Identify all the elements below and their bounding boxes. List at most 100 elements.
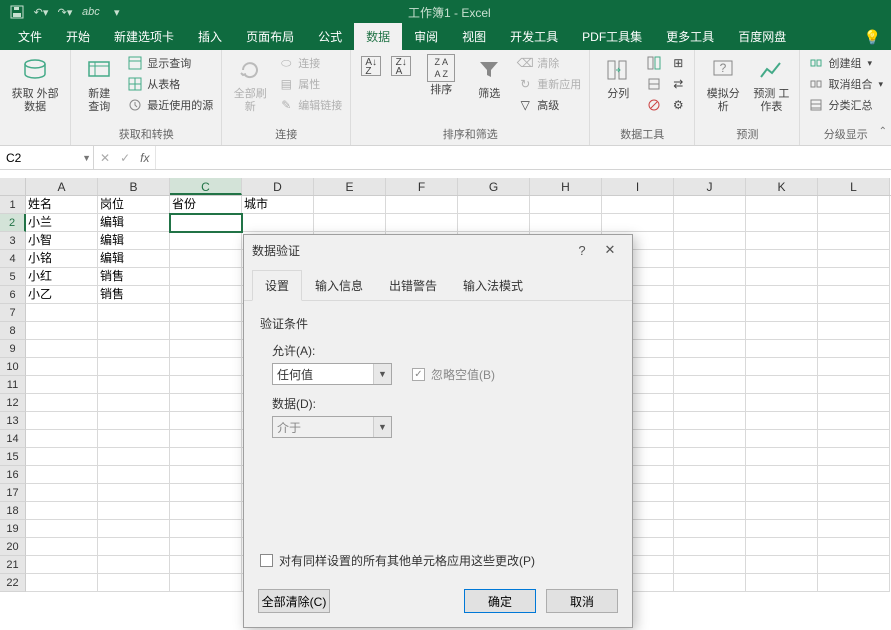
tab-home[interactable]: 开始 [54, 23, 102, 50]
ok-button[interactable]: 确定 [464, 589, 536, 613]
edit-links-button[interactable]: ✎编辑链接 [276, 96, 344, 114]
new-query-button[interactable]: 新建 查询 [77, 52, 121, 116]
cell[interactable] [26, 340, 98, 358]
cell[interactable] [746, 466, 818, 484]
apply-all-checkbox[interactable]: 对有同样设置的所有其他单元格应用这些更改(P) [260, 552, 616, 569]
cell[interactable] [170, 358, 242, 376]
show-queries-button[interactable]: 显示查询 [125, 54, 215, 72]
cell[interactable] [602, 196, 674, 214]
cell[interactable] [26, 448, 98, 466]
cell[interactable] [818, 394, 890, 412]
cell[interactable] [674, 502, 746, 520]
cell[interactable] [170, 574, 242, 592]
cell[interactable] [98, 574, 170, 592]
cell[interactable] [818, 484, 890, 502]
column-header[interactable]: D [242, 178, 314, 195]
cell[interactable] [674, 304, 746, 322]
row-header[interactable]: 18 [0, 502, 26, 520]
cell[interactable] [98, 304, 170, 322]
cell[interactable] [98, 520, 170, 538]
column-header[interactable]: B [98, 178, 170, 195]
tab-moretools[interactable]: 更多工具 [654, 23, 726, 50]
row-header[interactable]: 6 [0, 286, 26, 304]
relationships-button[interactable]: ⇄ [668, 75, 688, 93]
recent-sources-button[interactable]: 最近使用的源 [125, 96, 215, 114]
chevron-down-icon[interactable]: ▼ [82, 153, 91, 163]
cell[interactable]: 销售 [98, 286, 170, 304]
column-header[interactable]: I [602, 178, 674, 195]
enter-formula-icon[interactable]: ✓ [120, 151, 130, 165]
cell[interactable]: 编辑 [98, 232, 170, 250]
cell[interactable] [170, 484, 242, 502]
dialog-tab-settings[interactable]: 设置 [252, 270, 302, 301]
allow-combo[interactable]: 任何值 ▼ [272, 363, 392, 385]
chevron-down-icon[interactable]: ▼ [373, 364, 391, 384]
tab-pdf[interactable]: PDF工具集 [570, 23, 654, 50]
remove-duplicates-button[interactable] [644, 75, 664, 93]
cell[interactable] [170, 322, 242, 340]
cell[interactable] [818, 502, 890, 520]
cell[interactable] [746, 430, 818, 448]
column-header[interactable]: C [170, 178, 242, 195]
cell[interactable] [98, 340, 170, 358]
save-button[interactable] [6, 2, 28, 22]
row-header[interactable]: 12 [0, 394, 26, 412]
undo-button[interactable]: ↶▾ [30, 2, 52, 22]
cell[interactable] [674, 340, 746, 358]
row-header[interactable]: 22 [0, 574, 26, 592]
subtotal-button[interactable]: 分类汇总 [806, 96, 885, 114]
row-header[interactable]: 19 [0, 520, 26, 538]
cell[interactable] [674, 268, 746, 286]
cell[interactable]: 小乙 [26, 286, 98, 304]
cell[interactable] [530, 214, 602, 232]
cell[interactable] [818, 556, 890, 574]
cell[interactable] [26, 376, 98, 394]
clear-all-button[interactable]: 全部清除(C) [258, 589, 330, 613]
cell[interactable] [746, 502, 818, 520]
cell[interactable] [818, 304, 890, 322]
cell[interactable] [674, 484, 746, 502]
cell[interactable] [746, 196, 818, 214]
cell[interactable] [242, 214, 314, 232]
cell[interactable] [818, 430, 890, 448]
cell[interactable] [26, 466, 98, 484]
tab-insert[interactable]: 插入 [186, 23, 234, 50]
cell[interactable] [170, 538, 242, 556]
refresh-all-button[interactable]: 全部刷新 [228, 52, 272, 116]
reapply-button[interactable]: ↻重新应用 [515, 75, 583, 93]
cell[interactable]: 省份 [170, 196, 242, 214]
manage-model-button[interactable]: ⚙ [668, 96, 688, 114]
cell[interactable]: 编辑 [98, 214, 170, 232]
cell[interactable] [818, 448, 890, 466]
cell[interactable] [170, 412, 242, 430]
row-header[interactable]: 15 [0, 448, 26, 466]
cell[interactable] [674, 196, 746, 214]
cell[interactable] [170, 268, 242, 286]
cell[interactable]: 小兰 [26, 214, 98, 232]
tab-formulas[interactable]: 公式 [306, 23, 354, 50]
cell[interactable] [674, 520, 746, 538]
cell[interactable]: 姓名 [26, 196, 98, 214]
cell[interactable] [530, 196, 602, 214]
cell[interactable] [314, 214, 386, 232]
cell[interactable] [818, 232, 890, 250]
cell[interactable] [818, 412, 890, 430]
cell[interactable] [818, 340, 890, 358]
sort-desc-button[interactable]: Z↓A [387, 54, 415, 78]
cell[interactable] [170, 394, 242, 412]
cell[interactable] [98, 502, 170, 520]
ungroup-button[interactable]: 取消组合▾ [806, 75, 885, 93]
tab-newtab[interactable]: 新建选项卡 [102, 23, 186, 50]
cell[interactable] [98, 412, 170, 430]
tab-baidu[interactable]: 百度网盘 [726, 23, 798, 50]
cell[interactable] [674, 358, 746, 376]
cell[interactable] [26, 394, 98, 412]
column-header[interactable]: L [818, 178, 890, 195]
cell[interactable]: 编辑 [98, 250, 170, 268]
cell[interactable] [674, 286, 746, 304]
column-header[interactable]: K [746, 178, 818, 195]
cell[interactable] [170, 232, 242, 250]
row-header[interactable]: 2 [0, 214, 26, 232]
cell[interactable]: 小铭 [26, 250, 98, 268]
cell[interactable] [26, 430, 98, 448]
